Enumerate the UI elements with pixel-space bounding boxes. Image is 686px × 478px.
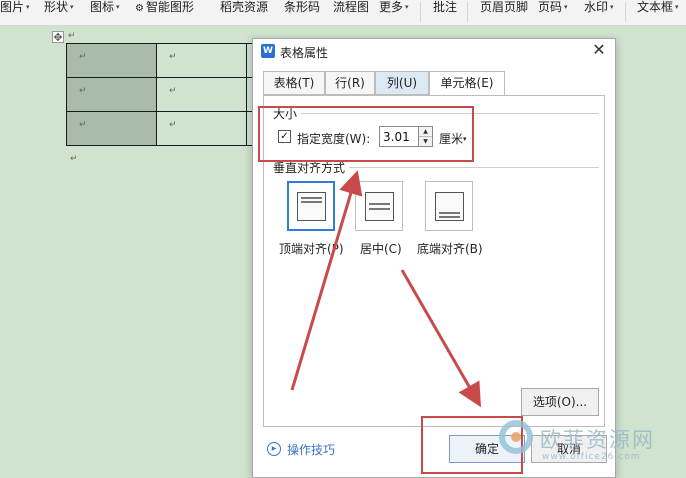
annotation-arrows <box>290 170 481 408</box>
arrow-to-ok-button <box>400 269 481 408</box>
watermark-text: 欧菲资源网 <box>540 428 655 452</box>
arrow-to-width-field <box>290 170 363 391</box>
watermark-logo-icon <box>499 420 533 454</box>
watermark-url: www.office26.com <box>542 452 641 462</box>
